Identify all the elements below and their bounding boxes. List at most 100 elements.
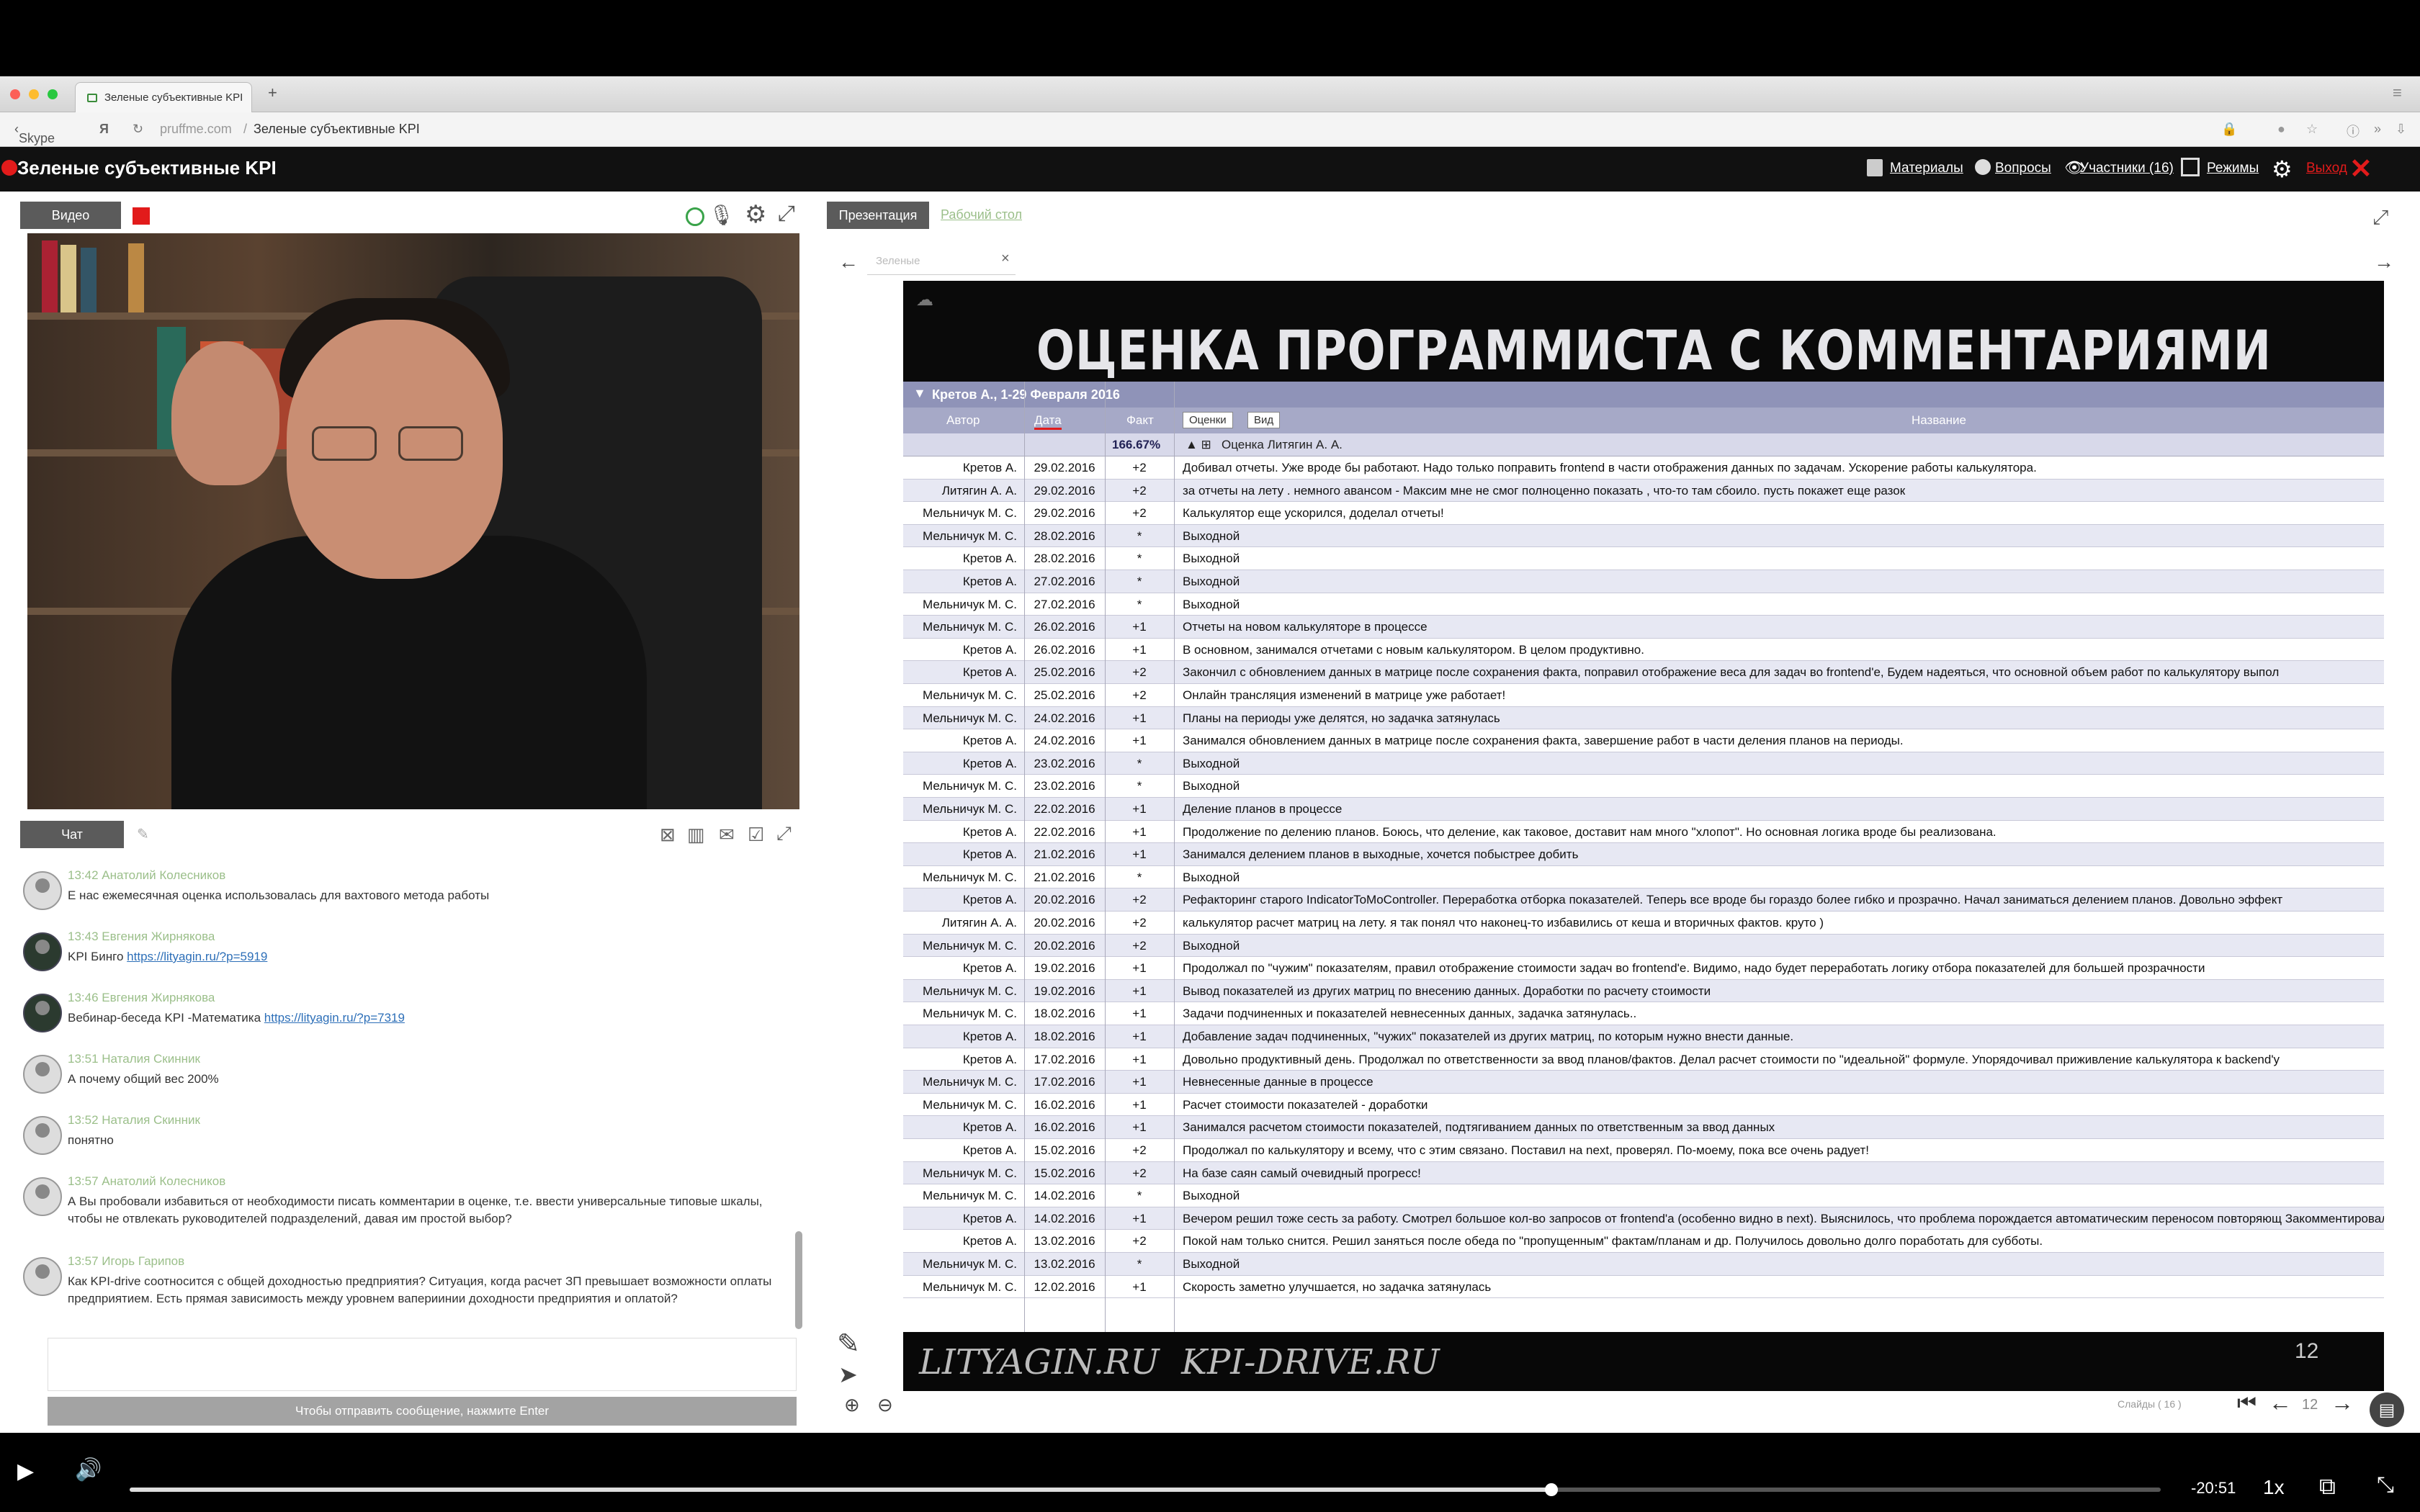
nav-exit-link[interactable]: Выход <box>2306 161 2347 176</box>
message-author[interactable]: Анатолий Колесников <box>102 1174 225 1188</box>
bookmark-star-icon[interactable]: ☆ <box>2306 122 2318 137</box>
presentation-expand-icon[interactable]: ⤢ <box>2372 206 2388 230</box>
pen-tool-icon[interactable]: ✎ <box>837 1328 860 1360</box>
domain-text[interactable]: pruffme.com <box>160 122 232 137</box>
maximize-window-icon[interactable] <box>48 89 58 99</box>
nav-participants-link[interactable]: Участники (16) <box>2080 161 2174 176</box>
zoom-in-icon[interactable]: ⊕ <box>844 1394 860 1416</box>
message-link[interactable]: https://lityagin.ru/?p=5919 <box>127 950 267 963</box>
location-pin-icon[interactable] <box>686 207 704 226</box>
cell-fact: * <box>1137 756 1142 770</box>
pointer-tool-icon[interactable]: ➤ <box>838 1361 858 1388</box>
browser-address-bar: ‹ Skype Я ↻ pruffme.com / Зеленые субъек… <box>0 112 2420 147</box>
file-name-field[interactable]: Зеленые <box>867 248 1016 275</box>
message-author[interactable]: Евгения Жирнякова <box>102 991 215 1004</box>
cell-author: Мельничук М. С. <box>922 711 1017 725</box>
more-icon[interactable]: » <box>2374 122 2381 137</box>
questions-icon[interactable] <box>1975 159 1991 175</box>
minimize-window-icon[interactable] <box>29 89 39 99</box>
cell-author: Кретов А. <box>962 1120 1017 1135</box>
cell-comment: Калькулятор еще ускорился, доделал отчет… <box>1183 506 1444 521</box>
close-window-icon[interactable] <box>10 89 20 99</box>
yandex-icon[interactable]: Я <box>99 122 109 137</box>
playback-speed-button[interactable]: 1x <box>2263 1476 2285 1499</box>
chat-expand-icon[interactable]: ⤢ <box>776 822 792 845</box>
header-name: Название <box>1912 413 1966 427</box>
cell-fact: +1 <box>1132 984 1147 998</box>
settings-gear-icon[interactable]: ⚙ <box>2272 156 2293 183</box>
play-icon[interactable]: ▶ <box>17 1459 34 1484</box>
progress-thumb[interactable] <box>1545 1483 1558 1496</box>
first-slide-icon[interactable]: ⏮ <box>2237 1391 2257 1416</box>
table-row: Мельничук М. С. 25.02.2016 +2 Онлайн трансл… <box>903 684 2384 707</box>
prev-file-arrow-icon[interactable]: ← <box>838 251 859 274</box>
file-close-icon[interactable]: × <box>1001 251 1010 267</box>
address-page-title[interactable]: Зеленые субъективные KPI <box>254 122 420 137</box>
expand-icon[interactable]: ⤢ <box>778 202 795 226</box>
chat-clear-icon[interactable]: ⊠ <box>660 824 676 846</box>
chat-send-hint[interactable]: Чтобы отправить сообщение, нажмите Enter <box>48 1397 797 1426</box>
materials-icon[interactable] <box>1867 159 1883 176</box>
volume-icon[interactable]: 🔊 <box>75 1457 102 1482</box>
message-author[interactable]: Наталия Скинник <box>102 1052 200 1066</box>
browser-tab[interactable]: Зеленые субъективные KPI <box>75 82 252 112</box>
tab-presentation[interactable]: Презентация <box>827 202 929 229</box>
table-row: Мельничук М. С. 27.02.2016 * Выходной <box>903 593 2384 616</box>
cell-comment: Планы на периоды уже делятся, но задачка… <box>1183 711 1500 725</box>
page-number-input[interactable]: 12 <box>2302 1397 2318 1413</box>
close-x-icon[interactable]: ✕ <box>2349 153 2372 185</box>
video-settings-gear-icon[interactable]: ⚙ <box>745 200 766 229</box>
next-slide-icon[interactable]: → <box>2331 1390 2354 1416</box>
webcam-video[interactable] <box>27 233 799 809</box>
chat-files-icon[interactable]: ▥ <box>687 824 705 846</box>
cell-date: 20.02.2016 <box>1034 893 1095 907</box>
message-author[interactable]: Анатолий Колесников <box>102 868 225 882</box>
cell-fact: +2 <box>1132 506 1147 521</box>
message-author[interactable]: Наталия Скинник <box>102 1113 200 1127</box>
nav-modes-link[interactable]: Режимы <box>2207 161 2259 176</box>
back-button[interactable]: ‹ Skype <box>14 122 55 145</box>
slides-count-label: Слайды ( 16 ) <box>2118 1398 2182 1410</box>
chat-message-input[interactable] <box>48 1338 797 1391</box>
tab-desktop[interactable]: Рабочий стол <box>941 207 1022 222</box>
download-icon[interactable]: ⇩ <box>2396 122 2406 137</box>
chat-message-list[interactable]: 13:42 Анатолий Колесников Е нас ежемесяч… <box>20 868 799 1329</box>
new-tab-button[interactable]: + <box>268 84 277 102</box>
prev-slide-icon[interactable]: ← <box>2269 1390 2292 1416</box>
subtitles-icon[interactable]: ▤ <box>2370 1392 2404 1427</box>
chat-check-icon[interactable]: ☑ <box>748 824 764 846</box>
progress-track[interactable] <box>130 1483 2161 1496</box>
chat-pencil-icon[interactable]: ✎ <box>137 825 149 843</box>
exit-fullscreen-icon[interactable]: ⤡ <box>2377 1473 2394 1498</box>
main-area: Видео 🎙 ⚙ ⤢ Чат ✎ ⊠ ▥ ✉ ☑ ⤢ 13:42 Анатол… <box>0 192 2420 1433</box>
message-link[interactable]: https://lityagin.ru/?p=7319 <box>264 1011 405 1025</box>
message-author[interactable]: Игорь Гарипов <box>102 1254 184 1268</box>
time-remaining: -20:51 <box>2191 1479 2236 1497</box>
message-author[interactable]: Евгения Жирнякова <box>102 930 215 943</box>
cell-author: Кретов А. <box>962 734 1017 748</box>
tab-favicon-icon <box>87 93 97 102</box>
zoom-out-icon[interactable]: ⊖ <box>877 1394 893 1416</box>
nav-questions-link[interactable]: Вопросы <box>1995 161 2051 176</box>
table-row: Кретов А. 16.02.2016 +1 Занимался расчетом … <box>903 1116 2384 1139</box>
table-row: Мельничук М. С. 28.02.2016 * Выходной <box>903 524 2384 548</box>
avatar <box>23 871 62 910</box>
microphone-icon[interactable]: 🎙 <box>709 203 735 227</box>
record-stop-icon[interactable] <box>133 207 150 225</box>
menu-lines-icon[interactable]: ≡ <box>2393 84 2402 102</box>
cell-author: Литягин А. А. <box>941 483 1017 498</box>
cell-date: 18.02.2016 <box>1034 1030 1095 1043</box>
info-icon[interactable]: ⓘ <box>2347 122 2360 140</box>
chat-mail-icon[interactable]: ✉ <box>719 824 735 846</box>
cell-author: Кретов А. <box>962 1211 1017 1225</box>
tab-video[interactable]: Видео <box>20 202 121 229</box>
tab-chat[interactable]: Чат <box>20 821 124 848</box>
reload-icon[interactable]: ↻ <box>133 122 143 137</box>
location-icon[interactable]: ● <box>2277 122 2285 137</box>
kpi-comments-table: ▼ Кретов А., 1-29 Февраля 2016 Автор Дат… <box>903 382 2384 1332</box>
modes-icon[interactable] <box>2181 158 2200 176</box>
picture-in-picture-icon[interactable]: ⧉ <box>2319 1473 2336 1500</box>
nav-materials-link[interactable]: Материалы <box>1890 161 1963 176</box>
chat-scrollbar[interactable] <box>795 1231 802 1329</box>
next-file-arrow-icon[interactable]: → <box>2374 251 2394 274</box>
